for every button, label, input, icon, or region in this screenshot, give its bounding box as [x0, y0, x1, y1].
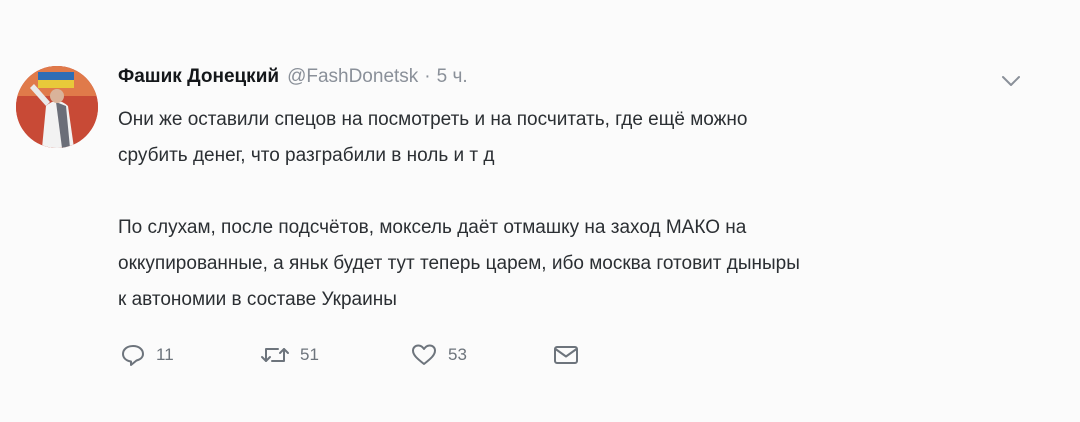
tweet-text-line: Они же оставили спецов на посмотреть и н…: [118, 109, 748, 130]
tweet-actions: 11 51 53: [120, 340, 600, 370]
reply-button[interactable]: 11: [120, 340, 174, 370]
avatar[interactable]: [16, 66, 98, 148]
tweet-text-line: срубить денег, что разграбили в ноль и т…: [118, 145, 495, 166]
timestamp[interactable]: 5 ч.: [437, 66, 468, 88]
reply-icon: [120, 343, 146, 367]
reply-count: 11: [156, 345, 174, 364]
author-handle[interactable]: @FashDonetsk: [287, 66, 418, 88]
direct-message-button[interactable]: [552, 340, 580, 370]
retweet-button[interactable]: 51: [260, 340, 319, 370]
avatar-image: [16, 66, 98, 148]
tweet-text: Они же оставили спецов на посмотреть и н…: [118, 102, 1018, 318]
tweet-text-line: По слухам, после подсчётов, моксель даёт…: [118, 217, 747, 238]
tweet-text-line: к автономии в составе Украины: [118, 289, 397, 310]
heart-icon: [410, 343, 438, 367]
tweet-card: Фашик Донецкий @FashDonetsk · 5 ч. Они ж…: [0, 0, 1080, 422]
like-count: 53: [448, 345, 467, 364]
retweet-icon: [260, 343, 290, 367]
separator: ·: [424, 66, 431, 87]
chevron-down-icon[interactable]: [1000, 74, 1022, 88]
retweet-count: 51: [300, 345, 319, 364]
envelope-icon: [552, 343, 580, 367]
like-button[interactable]: 53: [410, 340, 467, 370]
tweet-text-line: оккупированные, а яньк будет тут теперь …: [118, 253, 800, 274]
tweet-header: Фашик Донецкий @FashDonetsk · 5 ч.: [118, 66, 468, 92]
author-name[interactable]: Фашик Донецкий: [118, 66, 279, 88]
